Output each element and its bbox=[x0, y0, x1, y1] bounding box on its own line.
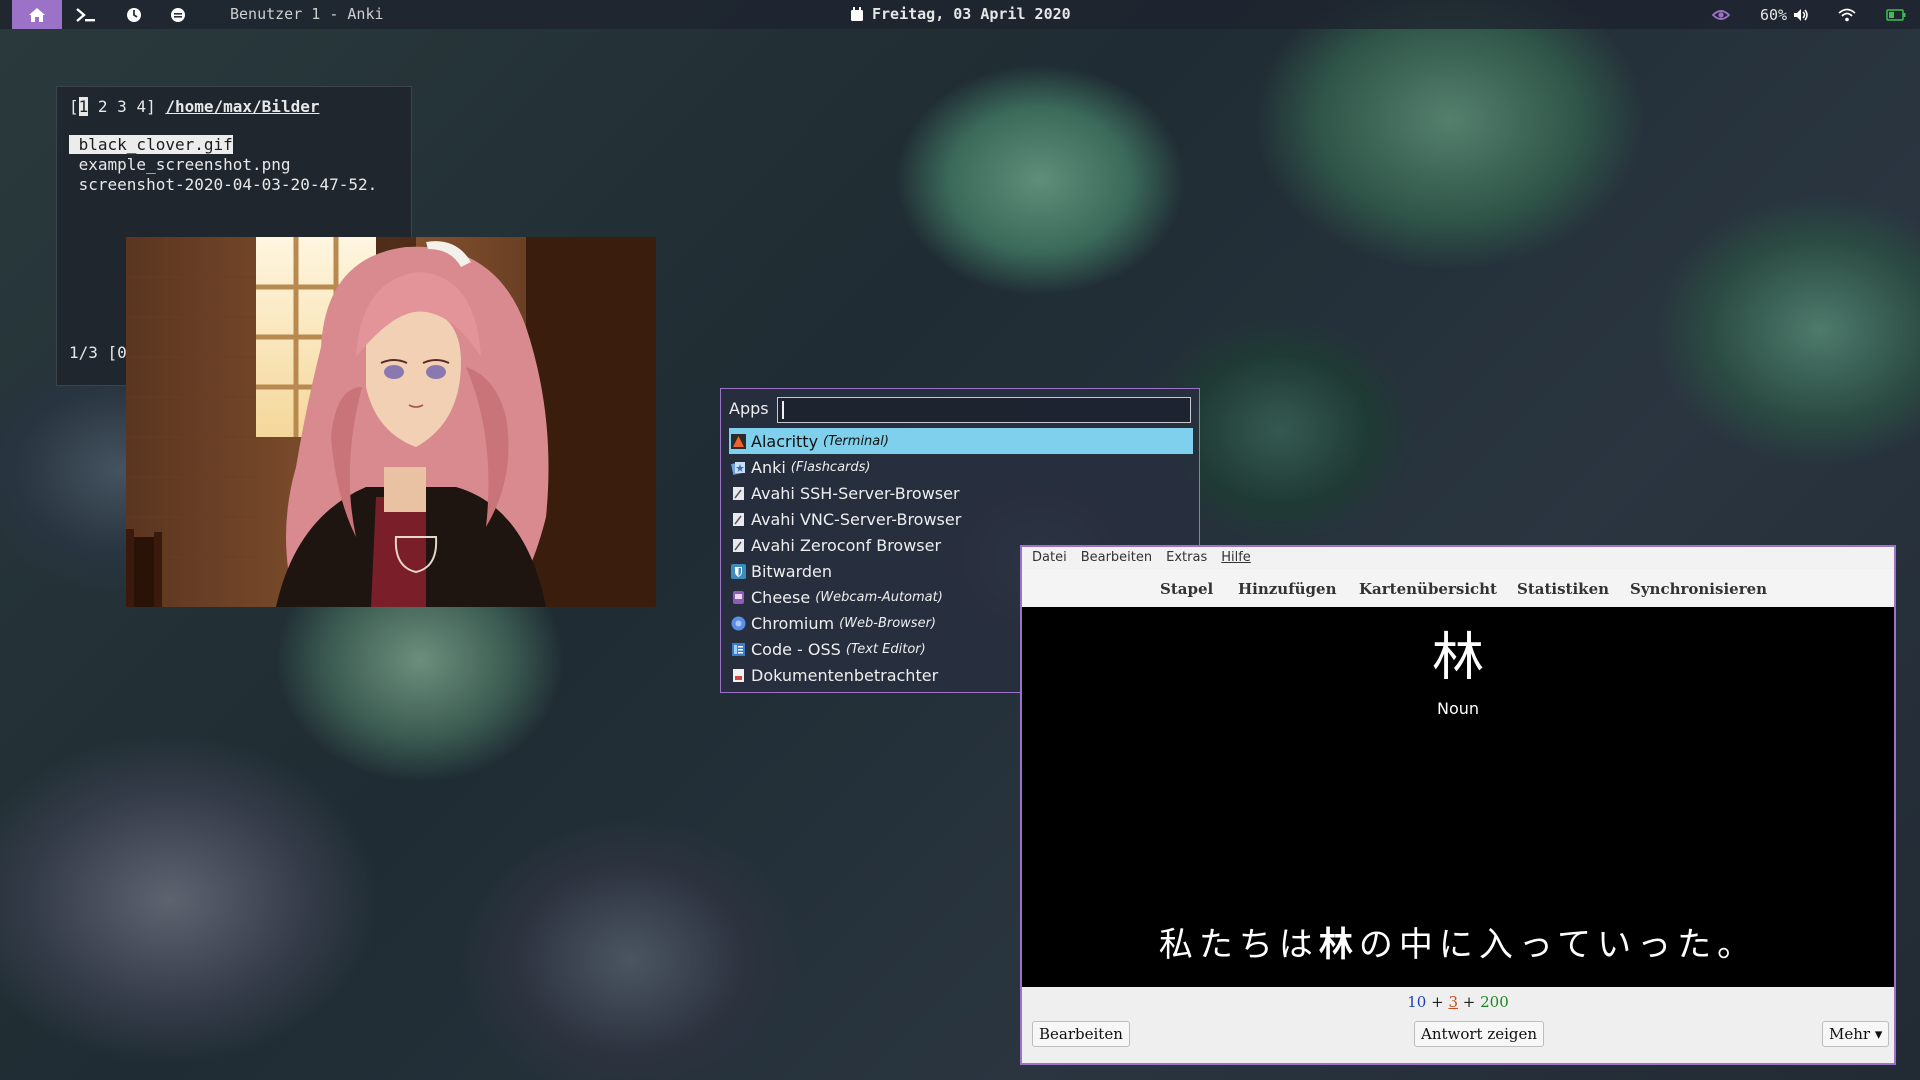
show-answer-button[interactable]: Antwort zeigen bbox=[1414, 1021, 1545, 1047]
document-viewer-icon bbox=[731, 668, 746, 683]
sentence-start: 私たちは bbox=[1158, 925, 1319, 965]
workspace-clock-button[interactable] bbox=[118, 0, 150, 29]
file-row-selected[interactable]: black_clover.gif bbox=[69, 135, 233, 154]
sentence-highlight: 林 bbox=[1318, 925, 1359, 965]
avahi-icon bbox=[731, 486, 746, 501]
launcher-item-desc: (Webcam-Automat) bbox=[815, 589, 943, 605]
launcher-prompt: Apps bbox=[729, 399, 769, 418]
launcher-item-desc: (Terminal) bbox=[823, 433, 889, 449]
anki-window[interactable]: 林 Noun 私たちは林の中に入っていった。 Datei Bearbeiten … bbox=[1020, 545, 1896, 1065]
speaker-icon bbox=[1794, 8, 1808, 21]
alacritty-icon bbox=[731, 433, 746, 449]
date-text: Freitag, 03 April 2020 bbox=[872, 5, 1071, 23]
toolbar-decks[interactable]: Stapel bbox=[1160, 580, 1213, 598]
launcher-item-avahi-vnc[interactable]: Avahi VNC-Server-Browser bbox=[729, 506, 1193, 532]
calendar-icon bbox=[851, 6, 863, 21]
launcher-item-desc: (Flashcards) bbox=[790, 459, 871, 475]
count-separator: + bbox=[1462, 993, 1476, 1011]
menu-file[interactable]: Datei bbox=[1032, 550, 1067, 565]
workspace-home-button[interactable] bbox=[12, 0, 62, 29]
anki-toolbar: Stapel Hinzufügen Kartenübersicht Statis… bbox=[1022, 569, 1894, 607]
due-counts: 10 + 3 + 200 bbox=[1022, 993, 1894, 1011]
launcher-item-name: Chromium bbox=[751, 613, 835, 633]
tab-others[interactable]: 2 3 4] bbox=[88, 97, 165, 116]
learning-count: 3 bbox=[1448, 993, 1458, 1011]
avahi-icon bbox=[731, 512, 746, 527]
volume-level: 60% bbox=[1760, 5, 1788, 24]
anki-menubar: Datei Bearbeiten Extras Hilfe bbox=[1022, 547, 1894, 568]
card-part-of-speech: Noun bbox=[1436, 699, 1480, 718]
more-button[interactable]: Mehr ▾ bbox=[1822, 1021, 1890, 1047]
file-row[interactable]: screenshot-2020-04-03-20-47-52. bbox=[69, 175, 378, 194]
launcher-item-name: Dokumentenbetrachter bbox=[751, 665, 939, 685]
current-path: /home/max/Bilder bbox=[165, 97, 320, 116]
home-icon bbox=[29, 7, 45, 22]
toolbar-sync[interactable]: Synchronisieren bbox=[1630, 580, 1767, 598]
workspace-chat-button[interactable] bbox=[162, 0, 194, 29]
launcher-item-desc: (Web-Browser) bbox=[839, 615, 936, 631]
top-bar: Benutzer 1 - Anki Freitag, 03 April 2020… bbox=[0, 0, 1920, 29]
volume-control[interactable]: 60% bbox=[1760, 0, 1809, 29]
avahi-icon bbox=[731, 538, 746, 553]
anki-icon bbox=[731, 460, 746, 475]
file-row[interactable]: example_screenshot.png bbox=[69, 155, 291, 174]
clock-icon bbox=[127, 7, 141, 22]
wifi-status[interactable] bbox=[1838, 0, 1856, 29]
launcher-search-input[interactable] bbox=[777, 397, 1191, 423]
card-kanji: 林 bbox=[1431, 628, 1484, 688]
tab-current[interactable]: 1 bbox=[78, 97, 89, 116]
date-display[interactable]: Freitag, 03 April 2020 bbox=[850, 5, 1071, 23]
status-line: 1/3 [0 bbox=[69, 343, 127, 362]
menu-help[interactable]: Hilfe bbox=[1221, 550, 1251, 565]
edit-button[interactable]: Bearbeiten bbox=[1032, 1021, 1130, 1047]
menu-extras[interactable]: Extras bbox=[1166, 550, 1207, 565]
chromium-icon bbox=[731, 616, 746, 631]
menu-edit[interactable]: Bearbeiten bbox=[1081, 550, 1152, 565]
code-icon bbox=[731, 642, 746, 657]
battery-icon bbox=[1886, 8, 1906, 21]
card-view: 林 Noun 私たちは林の中に入っていった。 bbox=[1022, 595, 1894, 987]
terminal-icon bbox=[76, 7, 95, 22]
bitwarden-icon bbox=[731, 563, 746, 579]
launcher-item-avahi-ssh[interactable]: Avahi SSH-Server-Browser bbox=[729, 480, 1193, 506]
cheese-icon bbox=[731, 590, 746, 605]
count-separator: + bbox=[1431, 993, 1444, 1011]
review-count: 200 bbox=[1480, 993, 1509, 1011]
anime-character-picture bbox=[126, 237, 656, 607]
eye-icon bbox=[1712, 9, 1730, 20]
focused-window-title: Benutzer 1 - Anki bbox=[230, 5, 384, 23]
tab-bracket: [ bbox=[69, 97, 79, 116]
launcher-item-name: Avahi SSH-Server-Browser bbox=[751, 483, 960, 503]
launcher-item-name: Cheese bbox=[751, 587, 811, 607]
toolbar-browse[interactable]: Kartenübersicht bbox=[1359, 580, 1497, 598]
chat-icon bbox=[171, 7, 185, 22]
workspace-terminal-button[interactable] bbox=[68, 0, 104, 29]
wifi-icon bbox=[1838, 8, 1856, 21]
launcher-item-anki[interactable]: Anki (Flashcards) bbox=[729, 454, 1193, 480]
gif-preview-image bbox=[126, 237, 656, 607]
launcher-item-name: Bitwarden bbox=[751, 561, 833, 581]
sentence-end: の中に入っていった。 bbox=[1358, 925, 1758, 965]
tab-bar: [1 2 3 4] /home/max/Bilder bbox=[69, 97, 319, 116]
launcher-item-name: Avahi Zeroconf Browser bbox=[751, 535, 942, 555]
launcher-item-name: Anki bbox=[751, 457, 786, 477]
launcher-item-name: Alacritty bbox=[751, 431, 819, 451]
card-example-sentence: 私たちは林の中に入っていった。 bbox=[1022, 917, 1894, 966]
toolbar-stats[interactable]: Statistiken bbox=[1517, 580, 1609, 598]
launcher-item-name: Avahi VNC-Server-Browser bbox=[751, 509, 962, 529]
redshift-toggle[interactable] bbox=[1712, 0, 1730, 29]
toolbar-add[interactable]: Hinzufügen bbox=[1238, 580, 1337, 598]
launcher-item-name: Code - OSS bbox=[751, 639, 841, 659]
launcher-item-alacritty[interactable]: Alacritty (Terminal) bbox=[729, 428, 1193, 454]
launcher-item-desc: (Text Editor) bbox=[845, 641, 926, 657]
battery-status[interactable] bbox=[1886, 0, 1906, 29]
new-count: 10 bbox=[1407, 993, 1427, 1011]
text-caret bbox=[782, 401, 784, 419]
